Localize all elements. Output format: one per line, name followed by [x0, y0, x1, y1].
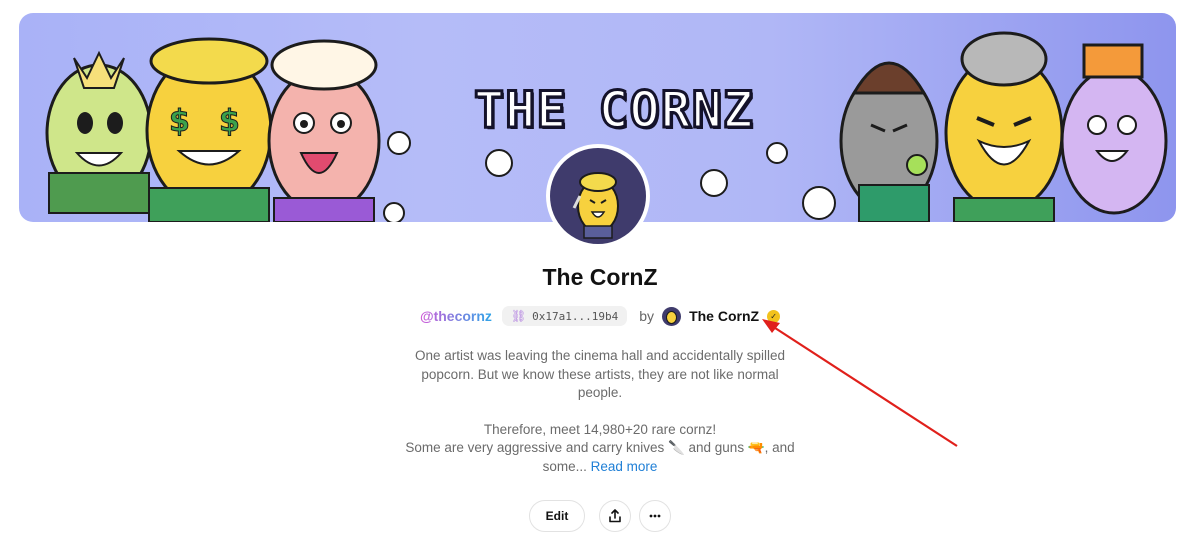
description-line: One artist was leaving the cinema hall a…	[415, 348, 785, 363]
verified-badge-icon: ✓	[767, 309, 781, 323]
collection-title: The CornZ	[542, 264, 658, 290]
link-icon: ⛓	[510, 309, 527, 323]
banner-logo-title: THE CORNZ	[473, 80, 755, 141]
contract-address-text: 0x17a1...19b4	[532, 309, 619, 323]
creator-name-link[interactable]: The CornZ	[689, 308, 759, 324]
description-line: people.	[577, 385, 623, 400]
by-label: by	[639, 308, 655, 324]
corn-character-purple	[1060, 43, 1168, 215]
collection-handle-link[interactable]: @thecornz	[420, 308, 492, 324]
corn-character-yellow-angry	[944, 31, 1064, 222]
read-more-link[interactable]: Read more	[591, 459, 658, 474]
collection-description: One artist was leaving the cinema hall a…	[395, 347, 805, 476]
collection-actions: Edit	[0, 500, 1200, 532]
description-line: Therefore, meet 14,980+20 rare cornz!	[483, 421, 717, 437]
corn-character-pink	[267, 39, 381, 222]
creator-avatar[interactable]	[662, 306, 682, 326]
contract-address-chip[interactable]: ⛓ 0x17a1...19b4	[501, 306, 628, 326]
description-line: some...	[542, 458, 587, 474]
description-line: popcorn. But we know these artists, they…	[421, 366, 779, 382]
share-icon	[609, 509, 621, 523]
svg-text:$: $	[169, 104, 190, 139]
avatar-corn-character	[572, 172, 619, 239]
more-options-button[interactable]	[639, 500, 671, 532]
creator-avatar-icon	[666, 310, 678, 324]
collection-meta-row: @thecornz ⛓ 0x17a1...19b4 by The CornZ ✓	[0, 304, 1200, 328]
edit-button[interactable]: Edit	[529, 500, 585, 532]
corn-character-yellow-dollar: $ $	[145, 37, 273, 222]
svg-text:$: $	[219, 104, 240, 139]
description-line: Some are very aggressive and carry knive…	[405, 440, 795, 455]
description-line-last: some... Read more	[395, 458, 805, 477]
corn-character-green	[45, 50, 153, 214]
corn-character-grey-chocolate	[839, 61, 939, 222]
more-icon	[649, 514, 661, 518]
collection-avatar	[546, 144, 650, 248]
share-button[interactable]	[599, 500, 631, 532]
